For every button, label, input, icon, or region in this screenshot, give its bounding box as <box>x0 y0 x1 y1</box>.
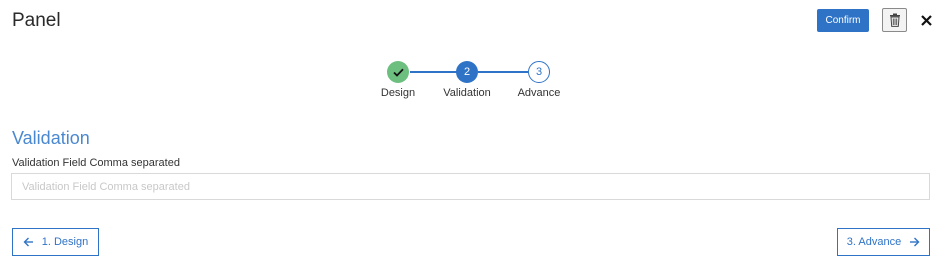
trash-icon <box>889 13 900 27</box>
close-button[interactable] <box>916 10 936 30</box>
next-step-button[interactable]: 3. Advance <box>837 228 930 256</box>
panel-title: Panel <box>12 10 61 31</box>
step-connector <box>478 71 528 73</box>
validation-field-input[interactable] <box>11 173 930 200</box>
previous-step-label: 1. Design <box>41 236 89 248</box>
step-3-advance[interactable]: 3 <box>528 61 550 83</box>
step-number: 3 <box>535 66 543 78</box>
step-number: 2 <box>463 66 471 78</box>
section-title: Validation <box>12 128 90 148</box>
previous-step-button[interactable]: 1. Design <box>12 228 99 256</box>
confirm-button[interactable]: Confirm <box>817 9 869 32</box>
next-step-label: 3. Advance <box>846 236 902 248</box>
step-1-design[interactable] <box>387 61 409 83</box>
arrow-right-icon <box>910 237 920 247</box>
delete-button[interactable] <box>882 8 907 32</box>
validation-field-label: Validation Field Comma separated <box>12 157 180 169</box>
close-icon <box>920 14 932 26</box>
wizard-stepper: 2 3 Design Validation Advance <box>370 59 570 104</box>
panel-header: Panel Confirm <box>0 0 942 44</box>
step-label-advance: Advance <box>517 87 561 99</box>
step-connector <box>410 71 458 73</box>
step-2-validation[interactable]: 2 <box>456 61 478 83</box>
arrow-left-icon <box>23 237 33 247</box>
step-label-validation: Validation <box>443 87 491 99</box>
step-label-design: Design <box>380 87 416 99</box>
check-icon <box>392 68 404 77</box>
